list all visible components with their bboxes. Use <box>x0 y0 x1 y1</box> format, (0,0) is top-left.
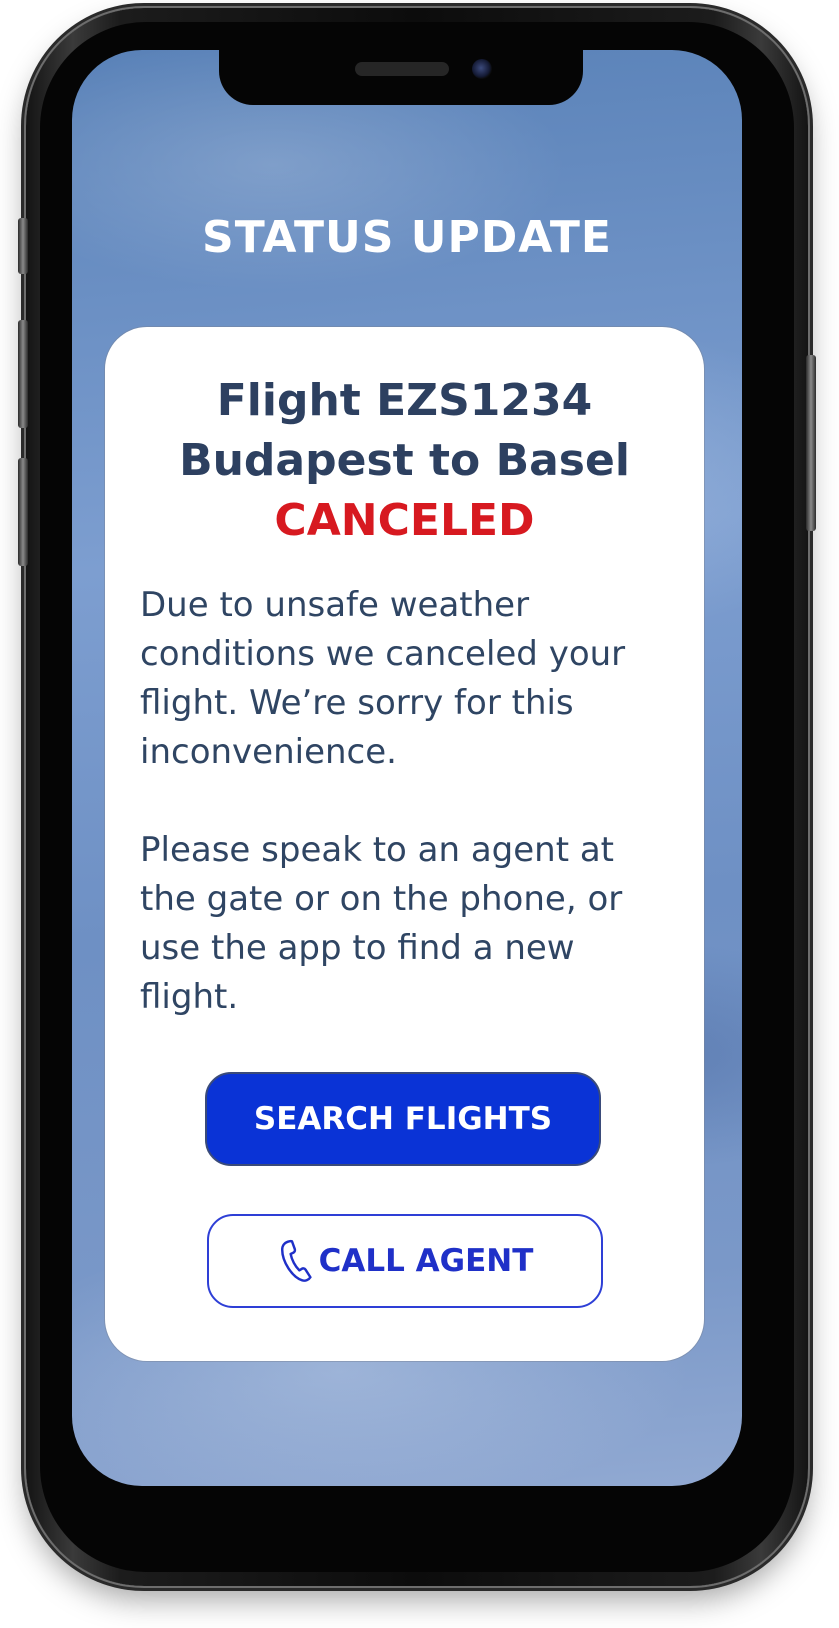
volume-down-button <box>18 458 28 566</box>
volume-up-button <box>18 320 28 428</box>
call-agent-button[interactable]: CALL AGENT <box>207 1214 603 1308</box>
power-button <box>806 355 816 531</box>
flight-header: Flight EZS1234 Budapest to Basel CANCELE… <box>105 371 704 551</box>
phone-screen: STATUS UPDATE Flight EZS1234 Budapest to… <box>72 50 742 1486</box>
page-title: STATUS UPDATE <box>202 212 612 263</box>
mute-switch <box>18 218 28 274</box>
flight-route: Budapest to Basel <box>179 435 630 486</box>
speaker-grille <box>355 62 449 76</box>
search-flights-label: SEARCH FLIGHTS <box>253 1101 553 1137</box>
message-paragraph-1: Due to unsafe weather conditions we canc… <box>140 585 626 772</box>
notch <box>219 50 583 105</box>
flight-number: Flight EZS1234 <box>216 375 593 426</box>
call-agent-label: CALL AGENT <box>318 1243 534 1279</box>
status-card: Flight EZS1234 Budapest to Basel CANCELE… <box>105 327 704 1361</box>
search-flights-button[interactable]: SEARCH FLIGHTS <box>205 1072 601 1166</box>
phone-icon <box>280 1239 312 1282</box>
status-badge: CANCELED <box>274 495 535 546</box>
message-paragraph-2: Please speak to an agent at the gate or … <box>140 830 623 1017</box>
front-camera-icon <box>472 59 492 79</box>
status-message: Due to unsafe weather conditions we canc… <box>140 581 670 1022</box>
